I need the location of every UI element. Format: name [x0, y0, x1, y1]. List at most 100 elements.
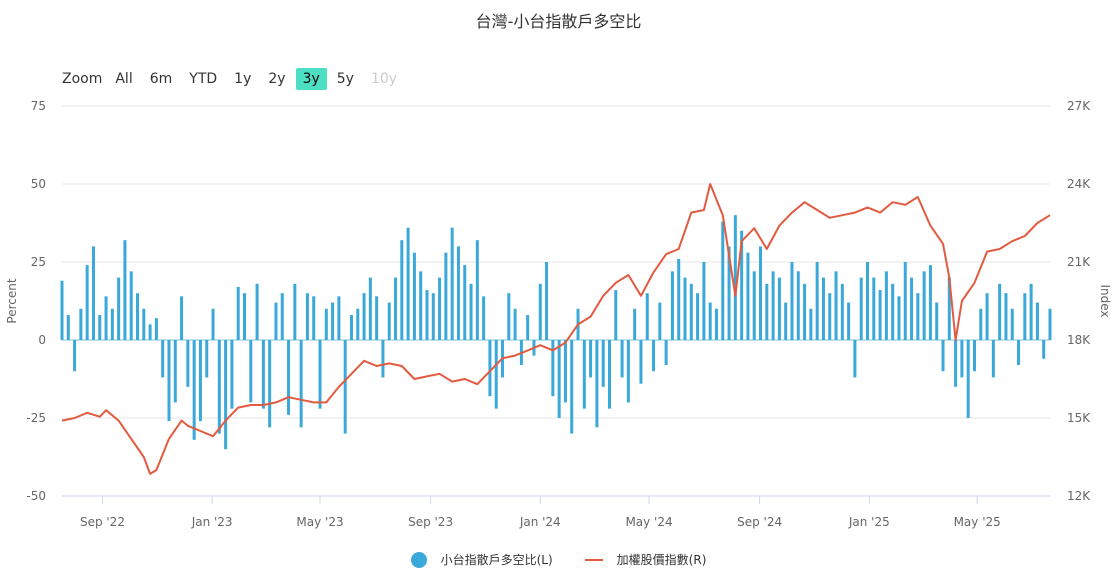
bar: [746, 252, 750, 340]
bar: [205, 340, 209, 378]
bar: [683, 277, 687, 340]
bar: [853, 340, 857, 378]
bar: [897, 296, 901, 340]
bar: [1010, 308, 1014, 340]
bar: [670, 271, 674, 340]
y-right-tick-label: 18K: [1067, 333, 1091, 347]
bar: [551, 340, 555, 397]
bar: [236, 286, 240, 340]
bar: [349, 315, 353, 340]
bar: [255, 283, 259, 340]
bar: [142, 308, 146, 340]
bar: [293, 283, 297, 340]
bar: [412, 252, 416, 340]
bar: [847, 302, 851, 340]
bar: [815, 262, 819, 340]
bar: [702, 262, 706, 340]
x-tick-label: Jan '23: [191, 515, 233, 529]
legend-bar-symbol: [410, 551, 427, 568]
bar: [557, 340, 561, 418]
bar: [954, 340, 958, 387]
bar: [444, 252, 448, 340]
bar: [614, 290, 618, 340]
bar: [972, 340, 976, 372]
bar: [834, 271, 838, 340]
bar: [123, 240, 127, 340]
bar: [633, 308, 637, 340]
bar: [878, 290, 882, 340]
legend-line-label: 加權股價指數(R): [616, 553, 707, 567]
bar: [148, 324, 152, 340]
bar: [136, 293, 140, 340]
bar: [381, 340, 385, 378]
bar: [331, 302, 335, 340]
bar: [230, 340, 234, 409]
y-right-tick-label: 24K: [1067, 177, 1091, 191]
bar: [173, 340, 177, 403]
bar: [1048, 308, 1052, 340]
axes: -50 12K -25 15K 0 18K 25 21K 50 24K 75 27K Percent In…: [5, 99, 1112, 529]
bar: [563, 340, 567, 403]
legend: 小台指散戶多空比(L) 加權股價指數(R): [0, 551, 1117, 568]
bar: [985, 293, 989, 340]
bar: [299, 340, 303, 428]
bar: [400, 240, 404, 340]
gridlines: [62, 105, 1050, 497]
bar: [406, 227, 410, 340]
bar: [343, 340, 347, 434]
bar: [192, 340, 196, 440]
bar: [60, 280, 64, 340]
bar: [79, 308, 83, 340]
bar: [922, 271, 926, 340]
y-left-tick-label: 75: [31, 99, 46, 113]
bar: [526, 315, 530, 340]
bar: [859, 277, 863, 340]
bar: [488, 340, 492, 397]
y-left-axis-title: Percent: [5, 278, 19, 323]
bar: [821, 277, 825, 340]
bar: [891, 283, 895, 340]
bar: [714, 308, 718, 340]
bar: [274, 302, 278, 340]
bar: [375, 296, 379, 340]
y-left-tick-label: 50: [31, 177, 46, 191]
bar: [450, 227, 454, 340]
bar: [180, 296, 184, 340]
y-left-tick-label: 0: [38, 333, 46, 347]
bar: [626, 340, 630, 403]
x-tick-label: May '24: [625, 515, 672, 529]
bar: [73, 340, 77, 372]
bar: [979, 308, 983, 340]
bar: [394, 277, 398, 340]
bar: [803, 283, 807, 340]
bar: [903, 262, 907, 340]
bar: [721, 221, 725, 340]
x-tick-label: Jan '24: [519, 515, 561, 529]
bar: [91, 246, 95, 340]
bar: [261, 340, 265, 409]
bar: [910, 277, 914, 340]
bar: [991, 340, 995, 378]
bar: [607, 340, 611, 409]
y-left-tick-label: -25: [26, 411, 46, 425]
bar: [167, 340, 171, 422]
bar: [280, 293, 284, 340]
bar: [752, 271, 756, 340]
bar: [387, 302, 391, 340]
bar: [419, 271, 423, 340]
bar: [249, 340, 253, 403]
y-right-tick-label: 21K: [1067, 255, 1091, 269]
bar: [242, 293, 246, 340]
bar: [589, 340, 593, 378]
bar: [884, 271, 888, 340]
bar: [601, 340, 605, 387]
bar: [545, 262, 549, 340]
x-tick-label: Sep '22: [80, 515, 125, 529]
bar: [941, 340, 945, 372]
legend-item-line[interactable]: 加權股價指數(R): [584, 551, 707, 568]
bar: [582, 340, 586, 409]
legend-item-bar[interactable]: 小台指散戶多空比(L): [410, 551, 553, 568]
chart-plot-area: -50 12K -25 15K 0 18K 25 21K 50 24K 75 27K Percent In…: [5, 99, 1112, 529]
bar: [1023, 293, 1027, 340]
bar: [66, 315, 70, 340]
